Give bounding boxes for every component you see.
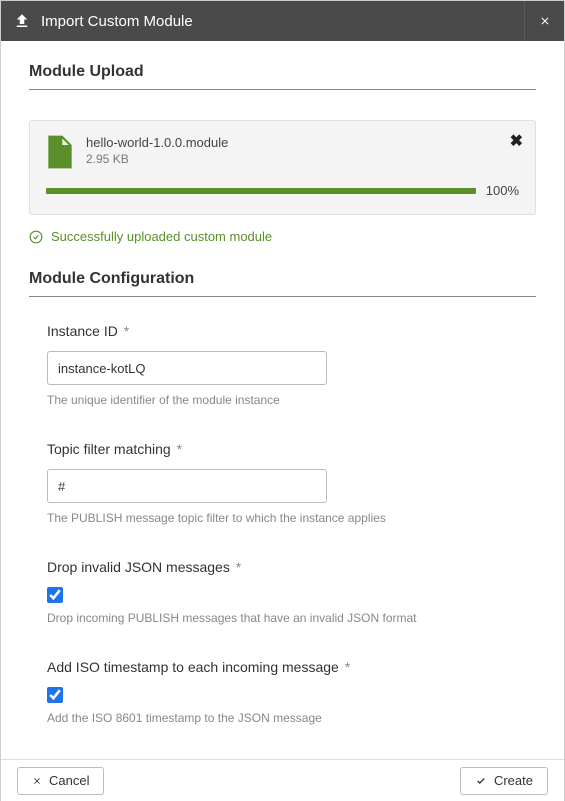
file-icon — [46, 135, 74, 169]
section-title-upload: Module Upload — [29, 63, 536, 90]
success-message: Successfully uploaded custom module — [51, 229, 272, 244]
check-icon — [475, 776, 487, 786]
dialog-header: Import Custom Module — [1, 1, 564, 41]
required-marker: * — [341, 659, 350, 675]
remove-file-button[interactable]: ✖ — [510, 131, 523, 151]
add-iso-checkbox[interactable] — [47, 687, 63, 703]
instance-id-label: Instance ID * — [47, 323, 518, 339]
instance-id-help: The unique identifier of the module inst… — [47, 393, 518, 407]
dialog-title: Import Custom Module — [41, 13, 193, 30]
topic-filter-label: Topic filter matching * — [47, 441, 518, 457]
file-size: 2.95 KB — [86, 152, 519, 166]
file-name: hello-world-1.0.0.module — [86, 135, 519, 150]
field-instance-id: Instance ID * The unique identifier of t… — [29, 323, 536, 407]
close-button[interactable] — [524, 1, 564, 41]
create-button[interactable]: Create — [460, 767, 548, 795]
section-title-config: Module Configuration — [29, 270, 536, 297]
required-marker: * — [232, 559, 241, 575]
cancel-icon — [32, 776, 42, 786]
field-add-iso: Add ISO timestamp to each incoming messa… — [29, 659, 536, 725]
required-marker: * — [173, 441, 182, 457]
instance-id-input[interactable] — [47, 351, 327, 385]
add-iso-label: Add ISO timestamp to each incoming messa… — [47, 659, 518, 675]
create-label: Create — [494, 773, 533, 788]
upload-icon — [13, 12, 31, 30]
required-marker: * — [120, 323, 129, 339]
field-drop-invalid: Drop invalid JSON messages * Drop incomi… — [29, 559, 536, 625]
progress-percent: 100% — [486, 183, 519, 198]
drop-invalid-checkbox[interactable] — [47, 587, 63, 603]
cancel-label: Cancel — [49, 773, 89, 788]
add-iso-help: Add the ISO 8601 timestamp to the JSON m… — [47, 711, 518, 725]
drop-invalid-help: Drop incoming PUBLISH messages that have… — [47, 611, 518, 625]
field-topic-filter: Topic filter matching * The PUBLISH mess… — [29, 441, 536, 525]
close-icon — [539, 15, 551, 27]
upload-card: hello-world-1.0.0.module 2.95 KB ✖ 100% — [29, 120, 536, 215]
dialog-body: Module Upload hello-world-1.0.0.module 2… — [1, 41, 564, 759]
upload-success: Successfully uploaded custom module — [29, 229, 536, 244]
topic-filter-help: The PUBLISH message topic filter to whic… — [47, 511, 518, 525]
progress-bar — [46, 188, 476, 194]
remove-icon: ✖ — [510, 133, 523, 150]
success-check-icon — [29, 230, 43, 244]
dialog-footer: Cancel Create — [1, 759, 564, 801]
cancel-button[interactable]: Cancel — [17, 767, 104, 795]
drop-invalid-label: Drop invalid JSON messages * — [47, 559, 518, 575]
topic-filter-input[interactable] — [47, 469, 327, 503]
